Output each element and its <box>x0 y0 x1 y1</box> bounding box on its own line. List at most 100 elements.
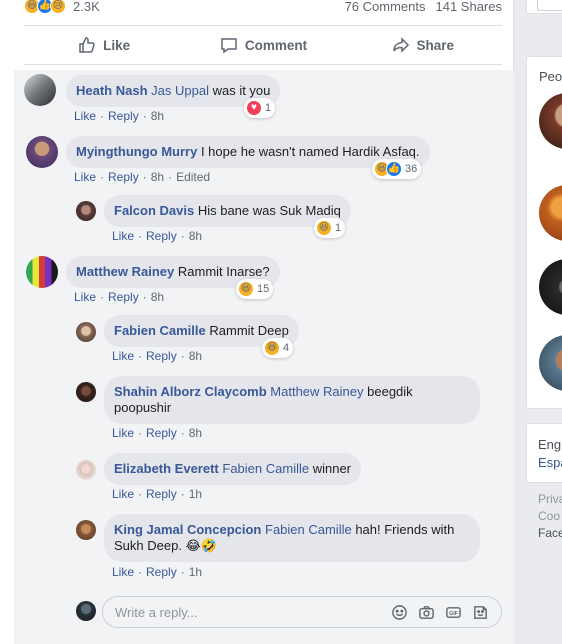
comment-like-link[interactable]: Like <box>112 487 134 501</box>
person-avatar[interactable] <box>539 185 562 241</box>
comment-bubble: Falcon Davis His bane was Suk Madiq <box>104 195 351 227</box>
separator: · <box>138 426 143 440</box>
person-avatar[interactable] <box>539 259 562 315</box>
separator: · <box>180 426 185 440</box>
avatar[interactable] <box>76 520 96 540</box>
comment-like-link[interactable]: Like <box>74 290 96 304</box>
comment-text: Rammit Inarse? <box>177 264 270 279</box>
separator: · <box>142 170 147 184</box>
comment-reply-link[interactable]: Reply <box>146 426 177 440</box>
comment-author[interactable]: Elizabeth Everett <box>114 461 219 476</box>
avatar[interactable] <box>76 322 96 342</box>
comment-reply-link[interactable]: Reply <box>146 487 177 501</box>
comment-like-link[interactable]: Like <box>74 170 96 184</box>
person-avatar[interactable] <box>539 335 562 391</box>
comment-reactions[interactable]: 😆 1 <box>314 218 346 238</box>
avatar[interactable] <box>76 460 96 480</box>
sad-reaction-icon: 😢 <box>50 0 66 14</box>
timestamp[interactable]: 8h <box>151 290 164 304</box>
sticker-icon[interactable] <box>471 603 489 621</box>
edited-label[interactable]: Edited <box>176 170 210 184</box>
comment-reply-link[interactable]: Reply <box>146 349 177 363</box>
separator: · <box>180 487 185 501</box>
cookies-link[interactable]: Coo <box>538 508 562 525</box>
person-avatar[interactable] <box>539 93 562 149</box>
post-reactions[interactable]: 😆 👍 😢 <box>24 0 66 14</box>
timestamp[interactable]: 8h <box>189 349 202 363</box>
separator: · <box>100 109 105 123</box>
mention-link[interactable]: Jas Uppal <box>151 83 209 98</box>
avatar[interactable] <box>76 201 96 221</box>
share-arrow-icon <box>392 37 409 53</box>
shares-count[interactable]: 141 Shares <box>436 0 503 14</box>
reply-input[interactable]: Write a reply... GIF <box>102 596 502 628</box>
mention-link[interactable]: Matthew Rainey <box>270 384 363 399</box>
comment-like-link[interactable]: Like <box>74 109 96 123</box>
privacy-link[interactable]: Priva <box>538 491 562 508</box>
mention-link[interactable]: Fabien Camille <box>222 461 309 476</box>
avatar[interactable] <box>24 74 56 106</box>
avatar[interactable] <box>26 136 58 168</box>
comment-reactions[interactable]: 😆 👍 36 <box>372 159 422 179</box>
comment-reactions[interactable]: ♥ 1 <box>244 98 276 118</box>
comment-like-link[interactable]: Like <box>112 565 134 579</box>
camera-icon[interactable] <box>417 603 435 621</box>
comment-author[interactable]: Falcon Davis <box>114 203 194 218</box>
people-heading: Peo <box>539 69 562 84</box>
share-button[interactable]: Share <box>343 26 502 64</box>
comment-meta: Like · Reply · 8h <box>112 349 202 363</box>
current-user-avatar[interactable] <box>76 601 96 621</box>
comments-count[interactable]: 76 Comments <box>345 0 426 14</box>
timestamp[interactable]: 1h <box>189 565 202 579</box>
comment-reply-link[interactable]: Reply <box>108 170 139 184</box>
timestamp[interactable]: 8h <box>151 170 164 184</box>
mention-link[interactable]: Fabien Camille <box>265 522 352 537</box>
people-card: Peo <box>526 56 562 409</box>
reaction-count[interactable]: 2.3K <box>73 0 100 14</box>
comment-author[interactable]: King Jamal Concepcion <box>114 522 261 537</box>
comment-author[interactable]: Shahin Alborz Claycomb <box>114 384 267 399</box>
comment-button[interactable]: Comment <box>183 26 342 64</box>
comment-text: Rammit Deep <box>209 323 289 338</box>
language-current: Eng <box>538 437 562 452</box>
reaction-count: 15 <box>257 283 270 295</box>
comment-author[interactable]: Matthew Rainey <box>76 264 174 279</box>
comment-like-link[interactable]: Like <box>112 349 134 363</box>
avatar[interactable] <box>26 256 58 288</box>
comment-author[interactable]: Fabien Camille <box>114 323 206 338</box>
comment-reply-link[interactable]: Reply <box>146 229 177 243</box>
share-button-label: Share <box>416 37 455 53</box>
svg-text:GIF: GIF <box>449 610 458 616</box>
comment-author[interactable]: Myingthungo Murry <box>76 144 197 159</box>
comment-like-link[interactable]: Like <box>112 229 134 243</box>
gif-icon[interactable]: GIF <box>444 603 462 621</box>
separator: · <box>138 487 143 501</box>
reaction-count: 36 <box>405 163 418 175</box>
comment-text: I hope he wasn't named Hardik Asfaq. <box>200 144 420 159</box>
avatar[interactable] <box>76 382 96 402</box>
comment-text: was it you <box>212 83 271 98</box>
separator: · <box>180 229 185 243</box>
timestamp[interactable]: 8h <box>151 109 164 123</box>
comment-meta: Like · Reply · 8h · Edited <box>74 170 210 184</box>
comment-author[interactable]: Heath Nash <box>76 83 148 98</box>
timestamp[interactable]: 8h <box>189 229 202 243</box>
timestamp[interactable]: 8h <box>189 426 202 440</box>
comment-like-link[interactable]: Like <box>112 426 134 440</box>
timestamp[interactable]: 1h <box>189 487 202 501</box>
comment-meta: Like · Reply · 1h <box>112 487 202 501</box>
language-card: Eng Espa <box>526 423 562 483</box>
comment-reactions[interactable]: 😆 4 <box>262 338 294 358</box>
comment-reply-link[interactable]: Reply <box>146 565 177 579</box>
language-option-link[interactable]: Espa <box>538 454 562 472</box>
like-button[interactable]: Like <box>24 26 183 64</box>
comment-reply-link[interactable]: Reply <box>108 109 139 123</box>
comment-reactions[interactable]: 😆 15 <box>236 279 274 299</box>
comment-text: winner <box>312 461 352 476</box>
comment-reply-link[interactable]: Reply <box>108 290 139 304</box>
right-top-card <box>526 0 562 14</box>
emoji-icon[interactable] <box>390 603 408 621</box>
sidebar-footer: Priva Coo Face <box>538 491 562 542</box>
comment-meta: Like · Reply · 8h <box>112 229 202 243</box>
comment-bubble: Shahin Alborz Claycomb Matthew Rainey be… <box>104 376 480 424</box>
